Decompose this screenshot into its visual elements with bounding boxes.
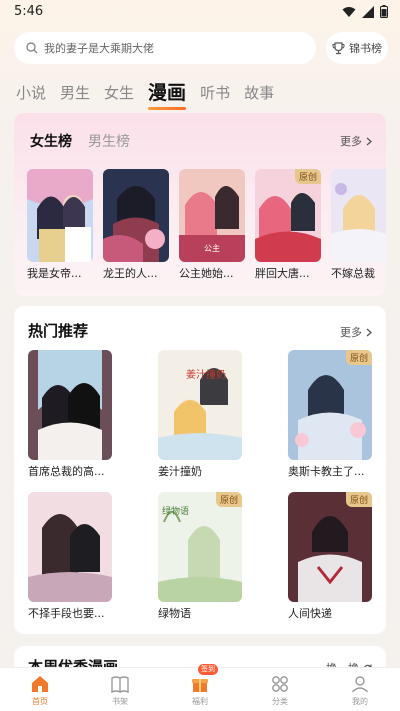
nav-home-label: 首页 bbox=[32, 697, 48, 706]
hot-badge-3: 原创 bbox=[345, 350, 372, 365]
rank-tab-male[interactable]: 男生榜 bbox=[88, 131, 130, 151]
svg-text:公主: 公主 bbox=[204, 243, 220, 253]
comic-cover-image: 姜汁撞奶 bbox=[158, 350, 242, 460]
hot-cover-3[interactable]: 原创 bbox=[288, 350, 372, 460]
rank-tab-female[interactable]: 女生榜 bbox=[30, 131, 72, 151]
comic-cover-image bbox=[331, 169, 386, 262]
search-input[interactable]: 我的妻子是大乘期大佬 bbox=[14, 32, 316, 64]
rank-cover-2[interactable] bbox=[103, 169, 169, 262]
hot-cover-1[interactable] bbox=[28, 350, 112, 460]
hot-title-4[interactable]: 不择手段也要... bbox=[28, 605, 118, 621]
hot-badge-5: 原创 bbox=[215, 492, 242, 507]
comic-cover-image bbox=[288, 350, 372, 460]
chevron-right-icon bbox=[366, 137, 372, 145]
tab-female[interactable]: 女生 bbox=[104, 82, 134, 104]
checkin-badge: 签到 bbox=[198, 664, 218, 675]
comic-cover-image bbox=[28, 350, 112, 460]
tab-story[interactable]: 故事 bbox=[244, 82, 274, 104]
search-placeholder: 我的妻子是大乘期大佬 bbox=[44, 42, 154, 55]
comic-cover-image: 公主 bbox=[179, 169, 245, 262]
hot-more-link[interactable]: 更多 bbox=[340, 324, 372, 340]
rank-tabs: 女生榜 男生榜 bbox=[30, 131, 130, 151]
hot-badge-6: 原创 bbox=[345, 492, 372, 507]
rank-title-4[interactable]: 胖回大唐... bbox=[255, 265, 321, 281]
book-icon bbox=[111, 676, 129, 694]
comic-cover-image bbox=[103, 169, 169, 262]
chevron-right-icon bbox=[366, 328, 372, 336]
tab-audio[interactable]: 听书 bbox=[200, 82, 230, 104]
search-icon bbox=[26, 42, 38, 54]
rank-button[interactable]: 锦书榜 bbox=[326, 32, 388, 64]
comic-cover-image bbox=[288, 492, 372, 602]
nav-bookshelf[interactable]: 书架 bbox=[80, 668, 160, 711]
status-time: 5:46 bbox=[14, 4, 44, 19]
hot-section-title: 热门推荐 bbox=[28, 322, 89, 340]
rank-title-5[interactable]: 不嫁总裁 bbox=[331, 265, 386, 281]
nav-bookshelf-label: 书架 bbox=[112, 697, 128, 706]
hot-title-5[interactable]: 绿物语 bbox=[158, 605, 248, 621]
tab-comic[interactable]: 漫画 bbox=[148, 82, 187, 110]
rank-more-label: 更多 bbox=[340, 135, 362, 148]
rank-badge-4: 原创 bbox=[294, 169, 321, 184]
signal-icon bbox=[362, 5, 374, 18]
hot-cover-6[interactable]: 原创 bbox=[288, 492, 372, 602]
grid-icon bbox=[272, 676, 288, 692]
hot-title-3[interactable]: 奥斯卡教主了... bbox=[288, 463, 378, 479]
hot-cover-5-text: 绿物语 bbox=[162, 505, 189, 517]
rank-cover-1[interactable] bbox=[27, 169, 93, 262]
rank-title-3[interactable]: 公主她始... bbox=[179, 265, 245, 281]
hot-more-label: 更多 bbox=[340, 326, 362, 339]
nav-category-label: 分类 bbox=[272, 697, 288, 706]
nav-welfare-label: 福利 bbox=[192, 697, 208, 706]
rank-button-label: 锦书榜 bbox=[349, 42, 382, 55]
rank-title-2[interactable]: 龙王的人... bbox=[103, 265, 169, 281]
hot-title-1[interactable]: 首席总裁的高... bbox=[28, 463, 118, 479]
hot-cover-2[interactable]: 姜汁撞奶 bbox=[158, 350, 242, 460]
status-icons bbox=[342, 5, 388, 18]
hot-cover-2-text: 姜汁撞奶 bbox=[186, 368, 226, 381]
user-icon bbox=[351, 676, 369, 693]
comic-cover-image bbox=[28, 492, 112, 602]
hot-title-6[interactable]: 人间快递 bbox=[288, 605, 378, 621]
comic-cover-image bbox=[27, 169, 93, 262]
hot-cover-5[interactable]: 绿物语 原创 bbox=[158, 492, 242, 602]
hot-title-2[interactable]: 姜汁撞奶 bbox=[158, 463, 248, 479]
home-icon bbox=[32, 676, 48, 692]
nav-profile-label: 我的 bbox=[352, 697, 368, 706]
rank-card: 女生榜 男生榜 更多 我是女帝... 龙王的人... 公主 公主她始... 原创… bbox=[14, 113, 386, 296]
comic-cover-image: 绿物语 bbox=[158, 492, 242, 602]
bottom-nav: 首页 书架 签到 福利 分类 我的 bbox=[0, 664, 400, 711]
hot-cover-4[interactable] bbox=[28, 492, 112, 602]
nav-home[interactable]: 首页 bbox=[0, 668, 80, 711]
rank-more-link[interactable]: 更多 bbox=[340, 133, 372, 149]
rank-cover-4[interactable]: 原创 bbox=[255, 169, 321, 262]
gift-icon bbox=[192, 679, 208, 692]
rank-cover-3[interactable]: 公主 bbox=[179, 169, 245, 262]
rank-title-1[interactable]: 我是女帝... bbox=[27, 265, 93, 281]
trophy-icon bbox=[332, 41, 345, 54]
rank-cover-5[interactable] bbox=[331, 169, 386, 262]
hot-card: 热门推荐 更多 首席总裁的高... 姜汁撞奶 姜汁撞奶 原创 奥斯卡教主了...… bbox=[14, 306, 386, 634]
nav-welfare[interactable]: 签到 福利 bbox=[160, 664, 240, 711]
tab-male[interactable]: 男生 bbox=[60, 82, 90, 104]
status-bar: 5:46 bbox=[0, 0, 400, 24]
category-tabs: 小说 男生 女生 漫画 听书 故事 bbox=[16, 74, 288, 110]
nav-profile[interactable]: 我的 bbox=[320, 668, 400, 711]
wifi-icon bbox=[342, 6, 356, 17]
battery-icon bbox=[380, 5, 388, 18]
tab-novel[interactable]: 小说 bbox=[16, 82, 46, 104]
nav-category[interactable]: 分类 bbox=[240, 668, 320, 711]
